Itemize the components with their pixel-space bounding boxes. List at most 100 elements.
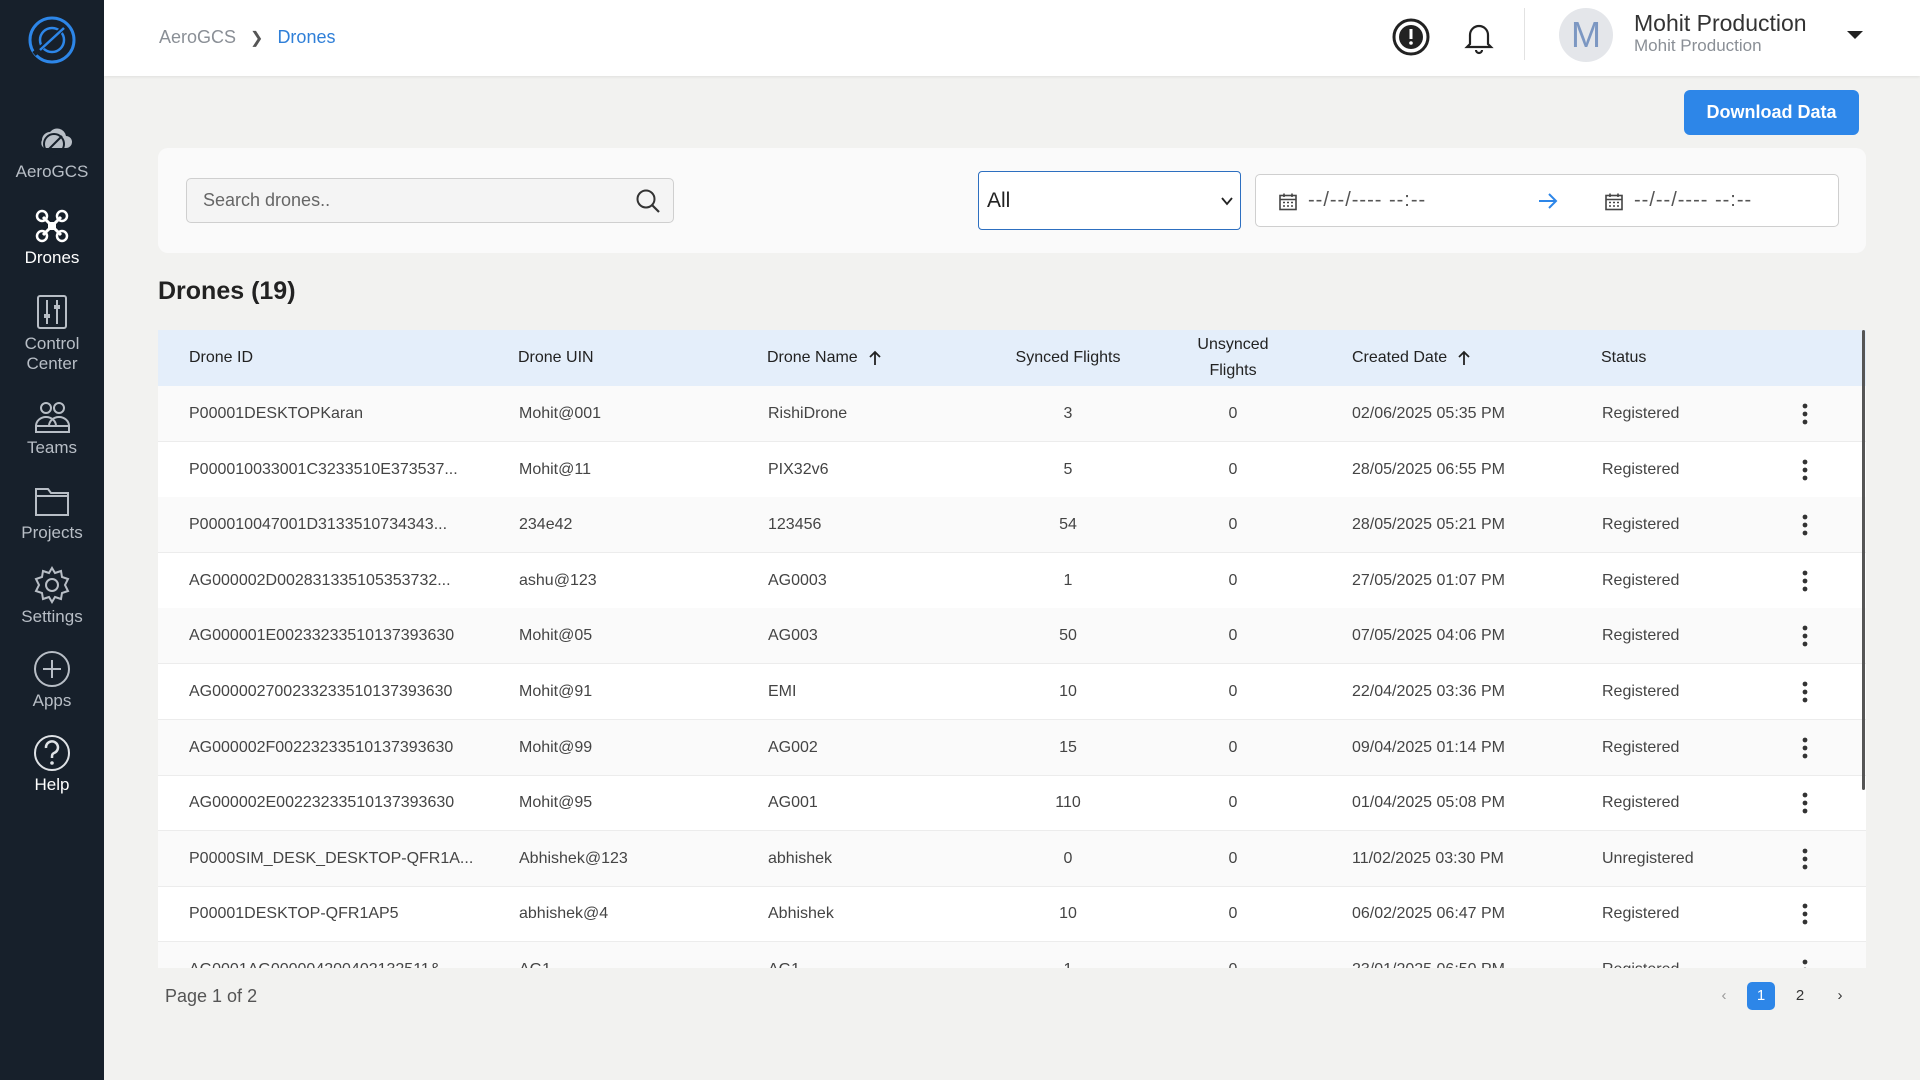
header-label-line1: Unsynced [1197, 336, 1269, 353]
calendar-icon [1279, 193, 1297, 211]
sort-arrow-up-icon[interactable] [1457, 350, 1471, 366]
sliders-icon [37, 295, 67, 329]
cell-status: Registered [1602, 516, 1680, 534]
folder-icon [35, 488, 69, 516]
cell-drone-name: EMI [768, 683, 797, 700]
sort-arrow-up-icon[interactable] [868, 350, 882, 366]
cell-drone-id: AG000002D002831335105353732... [189, 571, 451, 589]
table-scrollbar[interactable] [1862, 330, 1865, 790]
table-row[interactable]: AG000002D002831335105353732... ashu@123 AG… [158, 553, 1866, 609]
header-label: Created Date [1352, 349, 1448, 366]
kebab-menu-icon[interactable] [1798, 512, 1812, 538]
cell-drone-id: P0000SIM_DESK_DESKTOP-QFR1A... [189, 849, 474, 867]
sidebar-item-drones[interactable]: Drones [0, 206, 104, 286]
header-status: Status [1601, 330, 1646, 386]
kebab-menu-icon[interactable] [1798, 957, 1812, 968]
search-box [186, 178, 674, 223]
caret-down-icon[interactable] [1844, 24, 1866, 46]
table-row[interactable]: AG000001E00233233510137393630 Mohit@05 AG0… [158, 608, 1866, 665]
header-label: Unsynced Flights [1197, 332, 1268, 384]
cell-drone-id: AG000002E00223233510137393630 [189, 794, 455, 812]
table-row[interactable]: AG000002700233233510137393630 Mohit@91 EMI… [158, 664, 1866, 720]
prev-page-icon[interactable]: ‹ [1716, 982, 1732, 1010]
kebab-menu-icon[interactable] [1798, 568, 1812, 594]
sidebar-item-control-center[interactable]: Control Center [0, 292, 104, 392]
cell-drone-uin: Mohit@91 [519, 683, 593, 700]
cell-synced-flights: 10 [1059, 905, 1077, 923]
alert-icon[interactable] [1390, 16, 1432, 58]
date-range-picker[interactable]: --/--/---- --:-- --/--/---- --:-- [1255, 174, 1839, 227]
cell-synced-flights: 50 [1059, 627, 1077, 645]
kebab-menu-icon[interactable] [1798, 846, 1812, 872]
cell-created-date: 27/05/2025 01:07 PM [1352, 571, 1506, 589]
search-input[interactable] [203, 179, 623, 222]
header-label: Synced Flights [1015, 349, 1121, 366]
table-row[interactable]: P0000SIM_DESK_DESKTOP-QFR1A... Abhishek@1… [158, 830, 1866, 887]
page-button-1[interactable]: 1 [1747, 982, 1775, 1010]
kebab-menu-icon[interactable] [1798, 901, 1812, 927]
cell-status: Registered [1602, 905, 1680, 923]
cell-status: Registered [1602, 627, 1680, 645]
help-icon [34, 735, 70, 771]
sidebar-item-teams[interactable]: Teams [0, 396, 104, 476]
status-select-value: All [987, 189, 1011, 212]
table-row[interactable]: P00001DESKTOP-QFR1AP5 abhishek@4 Abhishek 1… [158, 886, 1866, 943]
kebab-menu-icon[interactable] [1798, 735, 1812, 761]
page-info: Page 1 of 2 [165, 986, 258, 1006]
sidebar-item-apps[interactable]: Apps [0, 649, 104, 729]
cell-status: Registered [1602, 794, 1680, 812]
cell-created-date: 06/02/2025 06:47 PM [1352, 905, 1506, 923]
aerogcs-icon [41, 128, 72, 155]
header-label-line2: Flights [1209, 362, 1257, 379]
next-page-icon[interactable]: › [1832, 982, 1848, 1010]
table-row[interactable]: P000010033001C3233510E373537... Mohit@11 P… [158, 442, 1866, 498]
table-row[interactable]: AG000002E00223233510137393630 Mohit@95 AG0… [158, 775, 1866, 832]
download-data-button[interactable]: Download Data [1684, 90, 1859, 135]
bell-icon[interactable] [1458, 16, 1500, 58]
table-row[interactable]: AG0001AG000004200402132511&AG1 AG1 1 0 23/01… [158, 942, 1866, 968]
cell-unsynced-flights: 0 [1228, 571, 1238, 589]
cell-drone-id: AG000002700233233510137393630 [189, 683, 453, 700]
avatar[interactable]: M [1559, 8, 1613, 62]
chevron-right-icon: ❯ [250, 29, 264, 47]
status-select[interactable]: All [978, 171, 1241, 230]
breadcrumb-root[interactable]: AeroGCS [159, 27, 236, 48]
table-row[interactable]: P00001DESKTOPKaran Mohit@001 RishiDrone 3 0 0… [158, 386, 1866, 442]
kebab-menu-icon[interactable] [1798, 679, 1812, 705]
table-row[interactable]: P000010047001D3133510734343... 234e42 1234… [158, 497, 1866, 554]
header-divider [1524, 8, 1525, 60]
date-from-input[interactable]: --/--/---- --:-- [1308, 189, 1426, 212]
cell-drone-id: AG000002F00223233510137393630 [189, 738, 454, 756]
user-name: Mohit Production [1634, 10, 1807, 36]
sidebar-item-help[interactable]: Help [0, 733, 104, 813]
breadcrumb: AeroGCS ❯ Drones [159, 27, 335, 48]
chevron-down-icon [1221, 197, 1233, 206]
cell-status: Registered [1602, 738, 1680, 756]
kebab-menu-icon[interactable] [1798, 401, 1812, 427]
calendar-icon [1605, 193, 1623, 211]
kebab-menu-icon[interactable] [1798, 790, 1812, 816]
table-row[interactable]: AG000002F00223233510137393630 Mohit@99 AG0… [158, 719, 1866, 776]
cell-drone-uin: Mohit@95 [519, 794, 593, 812]
cell-unsynced-flights: 0 [1228, 738, 1238, 756]
sidebar-item-aerogcs[interactable]: AeroGCS [0, 120, 104, 200]
header-drone-name[interactable]: Drone Name [767, 330, 882, 386]
date-to-input[interactable]: --/--/---- --:-- [1634, 189, 1752, 212]
arrow-right-icon [1539, 193, 1558, 209]
top-header: AeroGCS ❯ Drones M Mohit Production Mohi… [104, 0, 1920, 76]
cell-synced-flights: 15 [1059, 738, 1077, 756]
sidebar-item-projects[interactable]: Projects [0, 481, 104, 561]
page-button-2[interactable]: 2 [1786, 982, 1814, 1010]
cell-created-date: 22/04/2025 03:36 PM [1352, 683, 1506, 700]
cell-unsynced-flights: 0 [1228, 794, 1238, 812]
app-logo-icon[interactable] [26, 14, 78, 66]
kebab-menu-icon[interactable] [1798, 457, 1812, 483]
cell-drone-uin: Mohit@99 [519, 738, 593, 756]
sidebar-item-settings[interactable]: Settings [0, 565, 104, 645]
cell-status: Registered [1602, 683, 1680, 700]
kebab-menu-icon[interactable] [1798, 623, 1812, 649]
search-icon[interactable] [635, 188, 661, 214]
header-created-date[interactable]: Created Date [1352, 330, 1471, 386]
header-label: Drone UIN [518, 349, 594, 366]
cell-synced-flights: 5 [1063, 460, 1073, 478]
